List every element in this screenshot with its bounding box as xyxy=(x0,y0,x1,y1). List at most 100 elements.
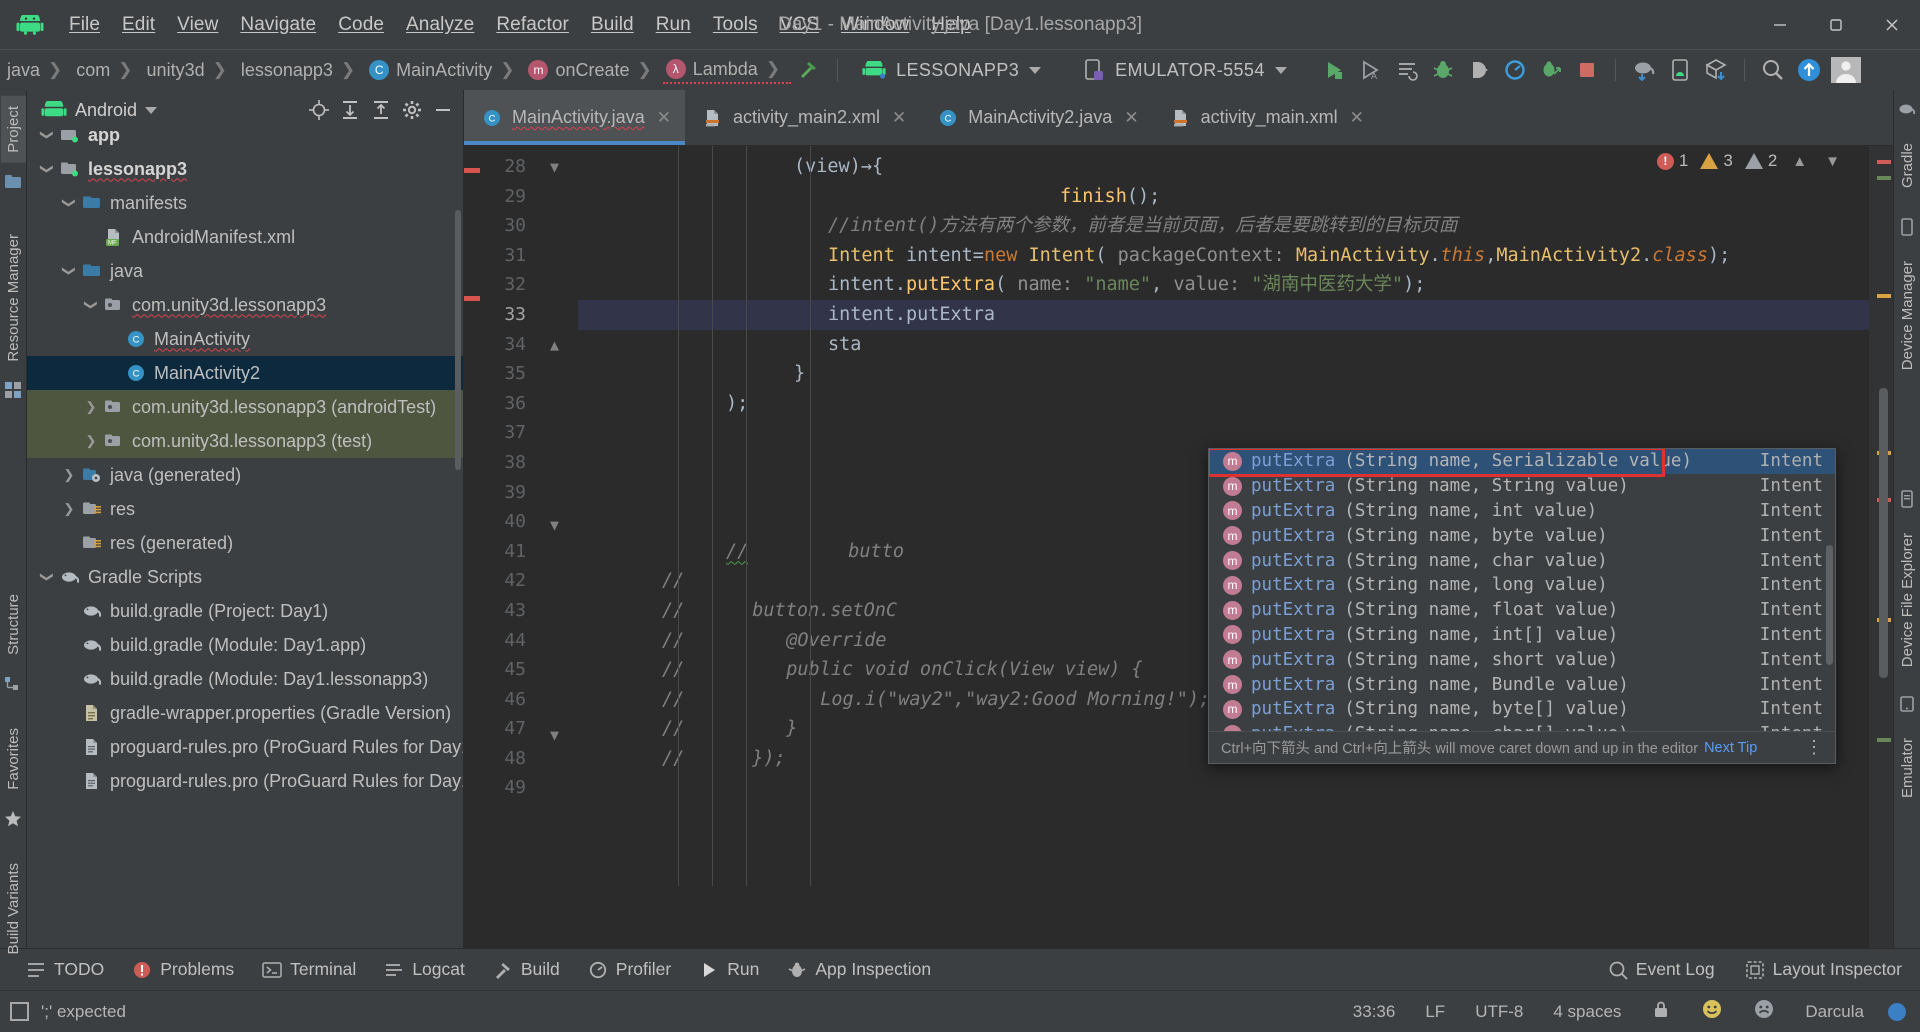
hide-panel-button[interactable] xyxy=(429,96,457,124)
chevron-down-icon[interactable] xyxy=(145,106,158,114)
marker-info[interactable] xyxy=(1877,176,1891,180)
rail-tab-build-variants[interactable]: Build Variants xyxy=(1,853,26,964)
tree-node[interactable]: ❯ com.unity3d.lessonapp3 (androidTest) xyxy=(27,390,463,424)
tree-node[interactable]: ❯ com.unity3d.lessonapp3 (test) xyxy=(27,424,463,458)
rail-tab-device-file-explorer[interactable]: Device File Explorer xyxy=(1895,523,1920,677)
file-encoding[interactable]: UTF-8 xyxy=(1469,999,1529,1025)
tree-node[interactable]: ❯ app xyxy=(27,130,463,152)
completion-item[interactable]: m putExtra (String name, float value) Inten… xyxy=(1209,598,1835,623)
indent-setting[interactable]: 4 spaces xyxy=(1547,999,1627,1025)
device-selector[interactable]: EMULATOR-5554 xyxy=(1075,55,1295,85)
fold-marker-icon[interactable]: ▼ xyxy=(550,516,559,534)
completion-item[interactable]: m putExtra (String name, long value) Intent xyxy=(1209,573,1835,598)
code-line[interactable]: } xyxy=(578,359,1893,389)
tool-windows-toggle-icon[interactable] xyxy=(10,1002,29,1021)
rail-tab-structure[interactable]: Structure xyxy=(1,584,26,665)
sdk-manager-button[interactable] xyxy=(1701,55,1731,85)
tool-todo[interactable]: TODO xyxy=(14,955,116,984)
menu-edit[interactable]: Edit xyxy=(111,11,166,39)
tree-node[interactable]: MF AndroidManifest.xml xyxy=(27,220,463,254)
rail-tab-emulator[interactable]: Emulator xyxy=(1895,728,1920,808)
warning-count[interactable]: 3 xyxy=(1700,151,1733,171)
completion-item[interactable]: m putExtra (String name, Bundle value) Inte… xyxy=(1209,672,1835,697)
chevron-right-icon[interactable]: ❯ xyxy=(59,467,79,483)
close-button[interactable] xyxy=(1864,0,1920,49)
sync-gradle-button[interactable] xyxy=(1629,55,1659,85)
line-separator[interactable]: LF xyxy=(1419,999,1451,1025)
marker-info[interactable] xyxy=(1877,738,1891,742)
rail-tab-gradle[interactable]: Gradle xyxy=(1895,133,1920,198)
tree-node[interactable]: proguard-rules.pro (ProGuard Rules for D… xyxy=(27,764,463,798)
chevron-down-icon[interactable]: ❯ xyxy=(61,261,77,281)
fold-marker-icon[interactable]: ▼ xyxy=(550,158,559,176)
chevron-down-icon[interactable]: ❯ xyxy=(39,567,55,587)
chevron-down-icon[interactable]: ❯ xyxy=(39,159,55,179)
make-project-button[interactable] xyxy=(794,55,824,85)
next-tip-link[interactable]: Next Tip xyxy=(1704,740,1757,756)
run-configuration-selector[interactable]: LESSONAPP3 xyxy=(854,57,1049,84)
project-settings-button[interactable] xyxy=(398,96,426,124)
caret-position[interactable]: 33:36 xyxy=(1347,999,1402,1025)
fold-marker-icon[interactable]: ▼ xyxy=(550,726,559,744)
editor-tab[interactable]: C MainActivity2.java ✕ xyxy=(920,90,1152,145)
tree-node[interactable]: res (generated) xyxy=(27,526,463,560)
tree-node[interactable]: ❯ com.unity3d.lessonapp3 xyxy=(27,288,463,322)
code-line[interactable]: intent.putExtra xyxy=(578,299,1893,330)
menu-navigate[interactable]: Navigate xyxy=(229,11,327,39)
fold-marker-icon[interactable]: ▲ xyxy=(550,336,559,354)
chevron-down-icon[interactable]: ❯ xyxy=(83,295,99,315)
completion-scrollbar[interactable] xyxy=(1826,545,1833,665)
chevron-right-icon[interactable]: ❯ xyxy=(59,501,79,517)
expand-all-button[interactable] xyxy=(336,96,364,124)
tree-node[interactable]: ❯ manifests xyxy=(27,186,463,220)
chevron-down-icon[interactable]: ❯ xyxy=(61,193,77,213)
menu-view[interactable]: View xyxy=(166,11,229,39)
completion-item[interactable]: m putExtra (String name, char value) Intent xyxy=(1209,548,1835,573)
project-tree[interactable]: ❯ app ❯ lessonapp3 ❯ manifests MF AndroidManife… xyxy=(27,130,463,948)
run-anything-button[interactable]: A xyxy=(1356,55,1386,85)
menu-tools[interactable]: Tools xyxy=(702,11,769,39)
editor-tab[interactable]: C MainActivity.java ✕ xyxy=(464,90,685,145)
chevron-right-icon[interactable]: ❯ xyxy=(81,399,101,415)
code-line[interactable]: ); xyxy=(578,389,1893,419)
chevron-down-icon[interactable]: ▼ xyxy=(1822,153,1843,170)
completion-item[interactable]: m putExtra (String name, String value) Inte… xyxy=(1209,474,1835,499)
error-count[interactable]: ! 1 xyxy=(1656,151,1688,171)
editor-marker-bar[interactable] xyxy=(1869,146,1893,948)
breadcrumb-unity3d[interactable]: unity3d ❯ xyxy=(144,58,238,83)
completion-list[interactable]: m putExtra (String name, Serializable valu… xyxy=(1209,449,1835,731)
code-completion-popup[interactable]: m putExtra (String name, Serializable valu… xyxy=(1208,448,1836,764)
close-tab-icon[interactable]: ✕ xyxy=(1124,108,1138,128)
marker-warning[interactable] xyxy=(1877,294,1891,298)
more-options-icon[interactable]: ⋮ xyxy=(1805,737,1823,758)
smiley-sad-icon[interactable] xyxy=(1747,995,1781,1028)
chevron-up-icon[interactable]: ▲ xyxy=(1789,153,1810,170)
marker-error[interactable] xyxy=(1877,160,1891,164)
stop-button[interactable] xyxy=(1572,55,1602,85)
tool-problems[interactable]: Problems xyxy=(120,955,246,984)
search-everywhere-button[interactable] xyxy=(1758,55,1788,85)
avd-manager-button[interactable] xyxy=(1665,55,1695,85)
completion-item[interactable]: m putExtra (String name, byte value) Intent xyxy=(1209,523,1835,548)
tree-node[interactable]: ❯ java (generated) xyxy=(27,458,463,492)
editor-tab[interactable]: activity_main.xml ✕ xyxy=(1153,90,1378,145)
collapse-all-button[interactable] xyxy=(367,96,395,124)
rail-tab-device-manager[interactable]: Device Manager xyxy=(1895,251,1920,380)
completion-item[interactable]: m putExtra (String name, char[] value) Inte… xyxy=(1209,722,1835,731)
minimize-button[interactable] xyxy=(1752,0,1808,49)
close-tab-icon[interactable]: ✕ xyxy=(892,108,906,128)
update-button[interactable] xyxy=(1794,55,1824,85)
menu-build[interactable]: Build xyxy=(580,11,645,39)
tree-node[interactable]: ❯ lessonapp3 xyxy=(27,152,463,186)
code-editor[interactable]: ! 1 3 2 ▲ ▼ 28 29 30 31 32 33 34 35 36 3… xyxy=(464,146,1893,948)
code-line[interactable]: intent.putExtra( name: "name", value: "湖… xyxy=(578,270,1893,300)
rail-tab-resource-manager[interactable]: Resource Manager xyxy=(1,224,26,372)
tree-node[interactable]: ❯ res xyxy=(27,492,463,526)
breadcrumb-oncreate[interactable]: m onCreate ❯ xyxy=(525,58,662,83)
tool-profiler[interactable]: Profiler xyxy=(576,955,683,984)
tree-node[interactable]: C MainActivity2 xyxy=(27,356,463,390)
maximize-button[interactable] xyxy=(1808,0,1864,49)
tree-node[interactable]: build.gradle (Module: Day1.lessonapp3) xyxy=(27,662,463,696)
tool-logcat[interactable]: Logcat xyxy=(372,955,477,984)
lock-icon[interactable] xyxy=(1645,996,1677,1027)
